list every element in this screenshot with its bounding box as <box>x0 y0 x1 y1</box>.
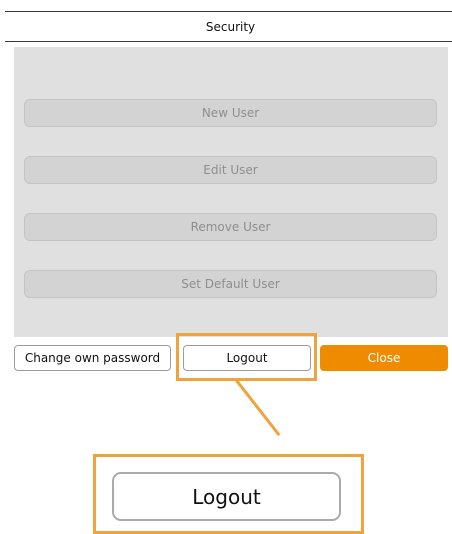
callout-connector-line <box>235 379 281 437</box>
set-default-user-button[interactable]: Set Default User <box>24 270 437 298</box>
close-button[interactable]: Close <box>320 345 448 371</box>
new-user-button[interactable]: New User <box>24 99 437 127</box>
remove-user-button[interactable]: Remove User <box>24 213 437 241</box>
window-title: Security <box>205 19 256 34</box>
security-actions-panel: New User Edit User Remove User Set Defau… <box>14 47 448 337</box>
logout-button-zoomed: Logout <box>112 472 341 521</box>
edit-user-button[interactable]: Edit User <box>24 156 437 184</box>
window-title-bar: Security <box>5 11 452 42</box>
logout-highlight-box <box>176 333 317 381</box>
change-own-password-button[interactable]: Change own password <box>14 345 171 371</box>
